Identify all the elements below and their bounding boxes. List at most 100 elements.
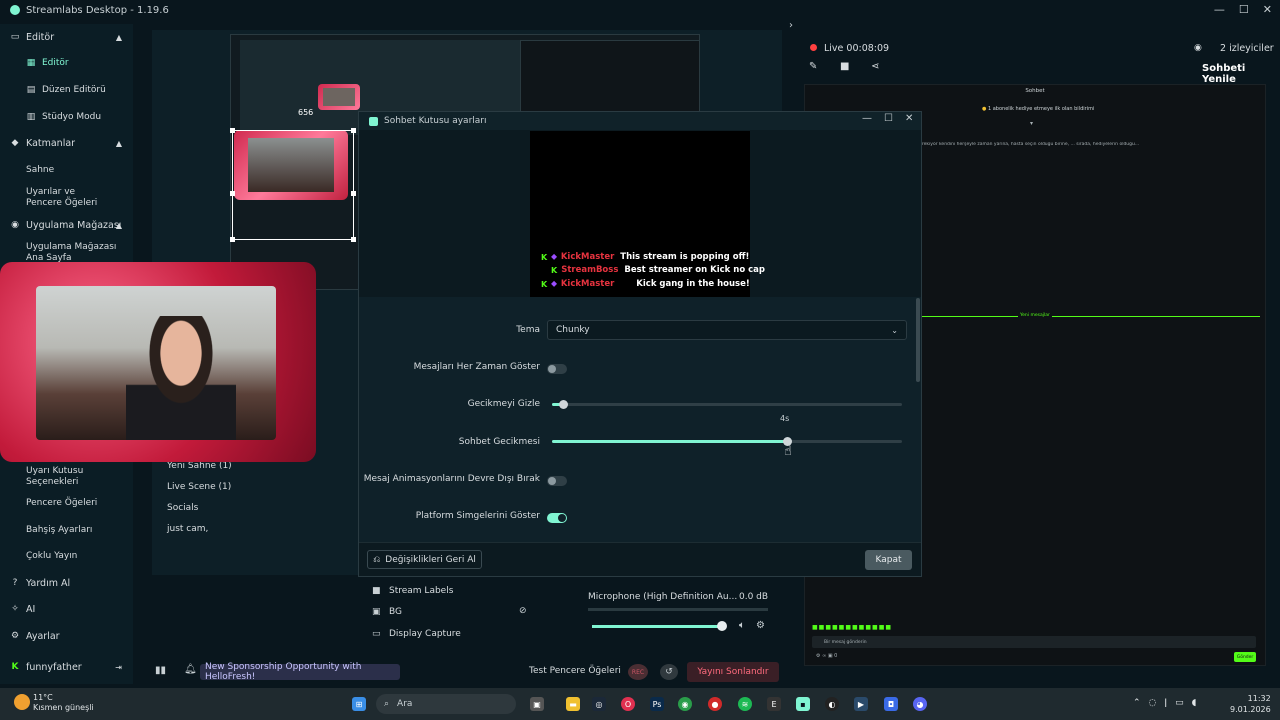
- sidebar-item-scene[interactable]: Sahne: [0, 165, 133, 176]
- platform-icons-toggle[interactable]: [547, 513, 567, 523]
- sidebar-item-multistream[interactable]: Çoklu Yayın: [0, 551, 133, 562]
- chat-message: n gerekiyor kendini herşeyle zaman yarın…: [912, 142, 1140, 147]
- hide-delay-slider[interactable]: [552, 403, 902, 406]
- monitor-icon[interactable]: ▭: [1175, 698, 1184, 708]
- speaker-icon[interactable]: ◖: [1192, 698, 1197, 708]
- gift-icon: ●: [982, 106, 987, 112]
- chat-send-button[interactable]: Gönder: [1234, 652, 1256, 662]
- selection-frame[interactable]: [230, 128, 356, 242]
- taskbar-clock[interactable]: 11:32 9.01.2026: [1230, 693, 1271, 715]
- record-button[interactable]: REC: [628, 664, 648, 680]
- resize-handle[interactable]: [351, 128, 356, 133]
- sidebar-item-help[interactable]: ? Yardım Al: [0, 578, 133, 589]
- system-tray[interactable]: ⌃ ◌ ǀ ▭ ◖: [1133, 698, 1196, 708]
- stats-icon[interactable]: ▮▮: [155, 665, 166, 676]
- scene-item[interactable]: Live Scene (1): [167, 482, 231, 492]
- app-icon[interactable]: ▶: [854, 697, 868, 711]
- spotify-icon[interactable]: ≋: [738, 697, 752, 711]
- source-item-display-capture[interactable]: ▭ Display Capture: [372, 629, 461, 639]
- resize-handle[interactable]: [230, 191, 235, 196]
- scene-item[interactable]: Yeni Sahne (1): [167, 461, 232, 471]
- minimize-icon[interactable]: —: [1214, 3, 1225, 16]
- photoshop-icon[interactable]: Ps: [650, 697, 664, 711]
- share-icon[interactable]: ⋖: [871, 61, 879, 72]
- resize-handle[interactable]: [351, 191, 356, 196]
- source-item-bg[interactable]: ▣ BG: [372, 607, 402, 617]
- chevron-up-icon[interactable]: ⌃: [1133, 698, 1141, 708]
- logout-icon[interactable]: ⇥: [115, 662, 122, 673]
- sidebar-item-alerts-widgets[interactable]: Uyarılar ve Pencere Öğeleri: [0, 187, 110, 209]
- emote-bar[interactable]: ■■■■■■■■■■■■: [812, 624, 892, 631]
- maximize-icon[interactable]: ☐: [1239, 3, 1249, 16]
- refresh-chat-button[interactable]: Sohbeti Yenile: [1202, 63, 1280, 85]
- theme-select[interactable]: Chunky ⌄: [547, 320, 907, 340]
- steam-icon[interactable]: ◎: [592, 697, 606, 711]
- taskbar-search[interactable]: ⌕ Ara: [376, 694, 516, 714]
- camera-icon[interactable]: ■: [840, 61, 849, 72]
- sidebar-item-settings[interactable]: ⚙ Ayarlar: [0, 631, 133, 642]
- network-icon[interactable]: ◌: [1149, 698, 1157, 708]
- scene-item[interactable]: Socials: [167, 503, 198, 513]
- minimize-icon[interactable]: —: [862, 113, 872, 124]
- mouse-cursor-icon: ☝︎: [784, 444, 792, 459]
- gear-icon[interactable]: ⚙: [756, 620, 765, 631]
- epic-games-icon[interactable]: E: [767, 697, 781, 711]
- streamlabs-icon[interactable]: ▪: [796, 697, 810, 711]
- disable-animations-toggle[interactable]: [547, 476, 567, 486]
- sidebar-item-ai[interactable]: ✧ AI: [0, 604, 133, 615]
- app-icon[interactable]: ●: [708, 697, 722, 711]
- close-button[interactable]: Kapat: [865, 550, 912, 570]
- sidebar-item-editor[interactable]: ▦ Editör: [0, 58, 133, 69]
- close-icon[interactable]: ✕: [905, 113, 913, 124]
- always-show-toggle[interactable]: [547, 364, 567, 374]
- hide-delay-knob[interactable]: [558, 400, 568, 409]
- test-widgets-label[interactable]: Test Pencere Öğeleri: [529, 666, 621, 676]
- resize-handle[interactable]: [351, 237, 356, 242]
- sidebar-item-widgets[interactable]: Pencere Öğeleri: [0, 498, 133, 509]
- settings-small-icon[interactable]: ⚙ ∞ ▣ 0: [816, 653, 837, 659]
- obs-icon[interactable]: ◐: [825, 697, 839, 711]
- task-view-icon[interactable]: ▣: [530, 697, 544, 711]
- sidebar-item-layout-editor[interactable]: ▤ Düzen Editörü: [0, 85, 133, 96]
- preview-message: K StreamBoss Best streamer on Kick no cap: [551, 265, 765, 275]
- edit-icon[interactable]: ✎: [809, 61, 817, 72]
- sidebar-user[interactable]: Kfunnyfather ⇥: [0, 662, 133, 673]
- mic-icon[interactable]: ǀ: [1164, 698, 1167, 708]
- layout-icon: ▤: [26, 85, 36, 95]
- sidebar-item-tip-settings[interactable]: Bahşiş Ayarları: [0, 525, 133, 536]
- sidebar-item-alertbox-options[interactable]: Uyarı Kutusu Seçenekleri: [0, 466, 110, 488]
- sidebar-item-editor-group[interactable]: ▭ Editör ▲: [0, 32, 133, 43]
- sidebar-item-studio-mode[interactable]: ▥ Stüdyo Modu: [0, 112, 133, 123]
- sidebar-item-layers-group[interactable]: ◆ Katmanlar ▲: [0, 138, 133, 149]
- app-icon[interactable]: ◘: [884, 697, 898, 711]
- discord-icon[interactable]: ◕: [913, 697, 927, 711]
- scene-item[interactable]: just cam,: [167, 524, 208, 534]
- replay-buffer-button[interactable]: ↺: [660, 664, 678, 680]
- close-icon[interactable]: ✕: [1263, 3, 1272, 16]
- sidebar-item-app-store-home[interactable]: Uygulama Mağazası Ana Sayfa: [0, 242, 120, 264]
- visibility-off-icon[interactable]: ⊘: [519, 606, 527, 616]
- revert-changes-button[interactable]: ⎌ Değişiklikleri Geri Al: [367, 550, 482, 569]
- notification-icon[interactable]: 🔔︎: [184, 664, 197, 675]
- resize-handle[interactable]: [230, 237, 235, 242]
- sponsorship-notification[interactable]: New Sponsorship Opportunity with HelloFr…: [200, 662, 400, 682]
- weather-widget[interactable]: 11°C Kısmen güneşli: [33, 693, 94, 713]
- mixer-volume-slider[interactable]: [592, 625, 722, 628]
- source-item-stream-labels[interactable]: ■ Stream Labels: [372, 586, 453, 596]
- speaker-icon[interactable]: 🔈︎: [739, 620, 745, 631]
- weather-sun-icon[interactable]: [14, 694, 30, 710]
- windows-start-icon[interactable]: ⊞: [352, 697, 366, 711]
- maximize-icon[interactable]: ☐: [884, 113, 893, 124]
- chevron-right-icon[interactable]: ›: [789, 20, 793, 31]
- end-stream-button[interactable]: Yayını Sonlandır: [687, 662, 779, 682]
- chrome-icon[interactable]: ◉: [678, 697, 692, 711]
- chevron-down-icon[interactable]: ▾: [1030, 120, 1033, 127]
- resize-handle[interactable]: [230, 128, 235, 133]
- mixer-volume-knob[interactable]: [716, 621, 727, 631]
- kick-logo-icon: K: [11, 662, 19, 672]
- scrollbar[interactable]: [916, 298, 920, 382]
- chat-input[interactable]: Bir mesaj gönderin: [812, 636, 1256, 648]
- sidebar-item-app-store-group[interactable]: ◉ Uygulama Mağazası ▲: [0, 220, 133, 231]
- file-explorer-icon[interactable]: ▬: [566, 697, 580, 711]
- opera-icon[interactable]: O: [621, 697, 635, 711]
